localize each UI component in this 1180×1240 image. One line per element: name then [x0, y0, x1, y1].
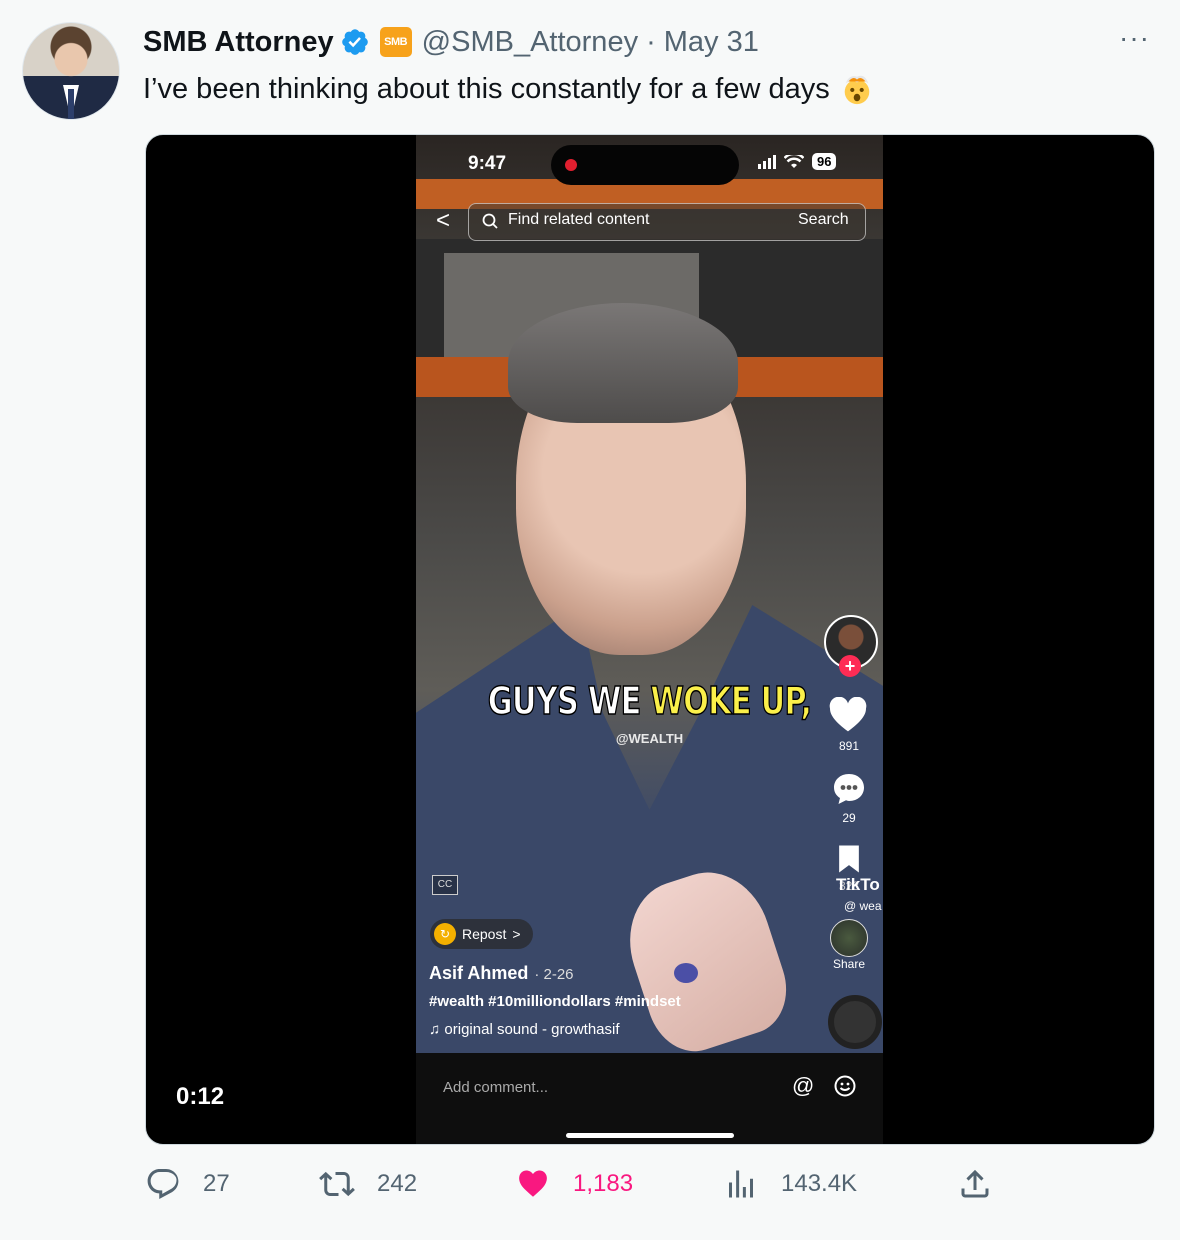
comment-placeholder: Add comment... — [443, 1079, 549, 1096]
back-chevron-icon: < — [436, 207, 451, 234]
caption-tag: @WEALTH — [615, 731, 684, 746]
comments-count: 29 — [842, 811, 856, 825]
exploding-head-emoji-icon — [844, 75, 870, 105]
heart-icon — [829, 697, 867, 732]
likes-count: 891 — [838, 739, 860, 753]
repost-label: Repost — [462, 926, 507, 942]
home-indicator — [566, 1133, 734, 1138]
retweet-icon — [319, 1171, 355, 1197]
tiktok-comment-bar: Add comment... @ — [416, 1053, 883, 1144]
more-options-icon[interactable]: ··· — [1119, 22, 1150, 54]
video-post-date: · 2-26 — [534, 966, 574, 983]
repost-icon: ↻ — [434, 923, 456, 945]
display-name[interactable]: SMB Attorney — [143, 26, 334, 59]
video-author-name: Asif Ahmed — [429, 963, 529, 983]
emoji-smile-icon — [834, 1075, 856, 1097]
watermark-handle: @ wea — [844, 899, 882, 913]
search-placeholder: Find related content — [508, 211, 650, 228]
views-button[interactable]: 143.4K — [723, 1166, 857, 1202]
person-ring — [674, 963, 698, 983]
reply-button[interactable]: 27 — [145, 1166, 230, 1202]
like-count: 1,183 — [573, 1170, 634, 1197]
recording-dot-icon — [565, 159, 577, 171]
video-caption: GUYS WE WOKE UP, — [463, 678, 837, 724]
tweet-actions: 27 242 1,183 143.4K — [145, 1166, 1153, 1216]
battery-indicator: 96 — [812, 153, 837, 170]
repost-chip: ↻ Repost > — [430, 919, 533, 949]
author-handle[interactable]: @SMB_Attorney — [422, 26, 638, 59]
reply-icon — [147, 1169, 179, 1199]
affiliate-badge[interactable]: SMB — [379, 27, 412, 57]
search-icon — [482, 213, 498, 229]
author-avatar[interactable] — [22, 22, 120, 120]
status-bar-right: 96 — [758, 153, 837, 170]
share-button[interactable] — [957, 1166, 1015, 1202]
bookmark-icon — [839, 845, 859, 873]
video-frame[interactable]: 9:47 96 < Find related content Search GU… — [416, 135, 883, 1144]
wifi-icon — [784, 154, 804, 168]
comment-bubble-icon — [834, 774, 864, 804]
closed-captions-icon: CC — [432, 875, 458, 895]
separator-dot: · — [646, 25, 656, 58]
share-avatar-icon — [830, 919, 868, 957]
follow-plus-icon: + — [839, 655, 861, 677]
caption-yellow-text: WOKE UP, — [650, 678, 813, 724]
tweet-text-content: I’ve been thinking about this constantly… — [143, 72, 830, 105]
views-count: 143.4K — [781, 1170, 858, 1197]
status-bar-time: 9:47 — [468, 153, 507, 174]
tweet-card[interactable]: SMB Attorney SMB @SMB_Attorney · May 31 … — [0, 0, 1180, 1240]
sound-disc-icon — [828, 995, 882, 1049]
avatar-tie — [68, 89, 74, 119]
heart-filled-icon — [519, 1170, 547, 1197]
tiktok-watermark: TikTo — [836, 875, 880, 894]
tweet-date[interactable]: May 31 — [664, 26, 759, 59]
views-bar-chart-icon — [729, 1170, 753, 1198]
reply-count: 27 — [203, 1170, 230, 1197]
video-timer: 0:12 — [176, 1083, 225, 1110]
search-button-label: Search — [798, 211, 849, 228]
like-button[interactable]: 1,183 — [515, 1166, 633, 1202]
video-hashtags: #wealth #10milliondollars #mindset — [429, 993, 681, 1010]
video-sound: ♫ original sound - growthasif — [429, 1021, 620, 1038]
signal-icon — [758, 154, 776, 169]
tweet-header: SMB Attorney SMB @SMB_Attorney · May 31 — [143, 24, 759, 60]
share-upload-icon — [961, 1169, 989, 1198]
retweet-count: 242 — [377, 1170, 418, 1197]
caption-white-text: GUYS WE — [487, 678, 651, 724]
person-hair — [508, 303, 738, 423]
mention-icon: @ — [792, 1073, 815, 1098]
retweet-button[interactable]: 242 — [319, 1166, 417, 1202]
video-player[interactable]: 9:47 96 < Find related content Search GU… — [145, 134, 1155, 1145]
tweet-text: I’ve been thinking about this constantly… — [143, 72, 874, 106]
verified-badge-icon[interactable] — [340, 27, 370, 57]
share-label: Share — [832, 957, 866, 971]
repost-chevron-icon: > — [512, 926, 521, 942]
dynamic-island — [551, 145, 739, 185]
video-author: Asif Ahmed · 2-26 — [429, 963, 574, 984]
